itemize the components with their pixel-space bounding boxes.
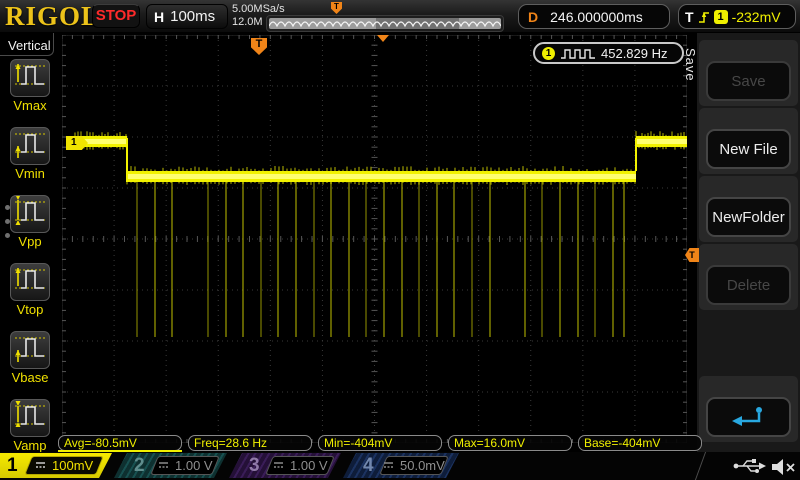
trigger-readout-box: T 1 -232mV (678, 4, 796, 29)
return-arrow-icon (729, 404, 769, 430)
channel-3-tab[interactable]: 3 1.00 V (229, 453, 341, 478)
rigol-logo: RIGOL (5, 1, 100, 32)
menu-block (699, 376, 798, 442)
trigger-level-marker[interactable]: T (685, 248, 699, 262)
dc-coupling-icon (158, 461, 169, 470)
channel-scale-value: 1.00 V (175, 458, 213, 473)
measurement-max: Max=16.0mV (448, 435, 572, 451)
dc-coupling-icon (273, 461, 284, 470)
left-menu-item-label: Vtop (0, 302, 60, 317)
trigger-memory-position-marker[interactable]: T (331, 2, 342, 14)
channel-status-bar: 1 100mV 2 1.00 V (0, 452, 800, 480)
square-wave-icon (560, 47, 596, 60)
status-separator (695, 452, 706, 480)
channel-number: 3 (249, 453, 260, 478)
dc-coupling-icon (35, 461, 46, 470)
channel-number: 1 (7, 453, 18, 478)
menu-block: Delete (699, 244, 798, 310)
delete-button[interactable]: Delete (706, 265, 791, 305)
vmax-icon (10, 59, 50, 97)
measurement-min: Min=-404mV (318, 435, 442, 451)
selected-measurement-underline (58, 450, 182, 452)
left-menu-item-vmax[interactable]: Vmax (0, 56, 60, 124)
channel-scale-box: 1.00 V (150, 456, 220, 475)
menu-page-dots (5, 205, 10, 247)
left-menu-item-vmin[interactable]: Vmin (0, 124, 60, 192)
save-button[interactable]: Save (706, 61, 791, 101)
trigger-level-value: -232mV (732, 9, 781, 25)
channel-scale-box: 100mV (24, 456, 104, 475)
menu-tab-save: Save (683, 48, 698, 82)
left-menu-item-label: Vbase (0, 370, 60, 385)
back-button[interactable] (706, 397, 791, 437)
right-soft-menu: Save New File NewFolder Delete (697, 33, 800, 452)
menu-block: Save (699, 40, 798, 106)
speaker-muted-icon[interactable] (770, 457, 798, 477)
trigger-source-badge: 1 (714, 10, 728, 24)
timebase-value: 100ms (170, 8, 215, 25)
waveform-memory-bar (269, 18, 501, 29)
new-folder-button[interactable]: NewFolder (706, 197, 791, 237)
trigger-label: T (685, 9, 694, 25)
channel-scale-value: 50.0mV (400, 458, 445, 473)
left-menu-title: Vertical (0, 33, 54, 56)
channel-number: 2 (134, 453, 145, 478)
delay-label: D (528, 9, 538, 25)
measurement-freq: Freq=28.6 Hz (188, 435, 312, 451)
horizontal-timebase-box[interactable]: H 100ms (146, 4, 228, 29)
menu-block: NewFolder (699, 176, 798, 242)
measurement-avg: Avg=-80.5mV (58, 435, 182, 451)
delay-value: 246.000000ms (550, 9, 643, 25)
channel-scale-value: 100mV (52, 458, 93, 473)
center-time-marker (377, 35, 389, 42)
vtop-icon (10, 263, 50, 301)
left-menu-item-label: Vmax (0, 98, 60, 113)
new-file-button[interactable]: New File (706, 129, 791, 169)
graticule (62, 35, 687, 443)
counter-source-badge: 1 (542, 47, 555, 60)
channel-4-tab[interactable]: 4 50.0mV (343, 453, 459, 478)
channel-scale-box: 50.0mV (379, 456, 449, 475)
rising-edge-icon (698, 9, 710, 25)
left-menu-item-vbase[interactable]: Vbase (0, 328, 60, 396)
horizontal-position-scrollbar[interactable] (266, 15, 504, 32)
memory-wave-icon (269, 18, 501, 29)
vmin-icon (10, 127, 50, 165)
vbase-icon (10, 331, 50, 369)
vamp-icon (10, 399, 50, 437)
run-state-badge[interactable]: STOP (92, 4, 140, 28)
oscilloscope-screen: RIGOL STOP H 100ms 5.00MSa/s 12.0M pts T… (0, 0, 800, 480)
waveform-display-area: T 1 T 1 452.829 Hz Avg=-80.5mV Freq=28.6… (60, 33, 697, 452)
top-status-bar: RIGOL STOP H 100ms 5.00MSa/s 12.0M pts T… (0, 0, 800, 33)
counter-frequency-value: 452.829 Hz (601, 46, 668, 61)
left-menu-item-label: Vmin (0, 166, 60, 181)
vpp-icon (10, 195, 50, 233)
channel-scale-box: 1.00 V (265, 456, 335, 475)
dc-coupling-icon (383, 461, 394, 470)
channel-number: 4 (363, 453, 374, 478)
menu-block: New File (699, 108, 798, 174)
delay-readout-box: D 246.000000ms (518, 4, 670, 29)
frequency-counter-badge: 1 452.829 Hz (533, 42, 684, 64)
left-menu-item-vtop[interactable]: Vtop (0, 260, 60, 328)
measurement-base: Base=-404mV (578, 435, 702, 451)
left-menu-item-label: Vamp (0, 438, 60, 453)
left-measure-menu: Vertical Vmax Vmin Vpp Vtop Vbase Vamp (0, 33, 60, 452)
channel-2-tab[interactable]: 2 1.00 V (114, 453, 227, 478)
usb-icon[interactable] (732, 457, 768, 475)
channel-1-tab[interactable]: 1 100mV (0, 453, 112, 478)
channel-scale-value: 1.00 V (290, 458, 328, 473)
timebase-label: H (154, 9, 164, 25)
